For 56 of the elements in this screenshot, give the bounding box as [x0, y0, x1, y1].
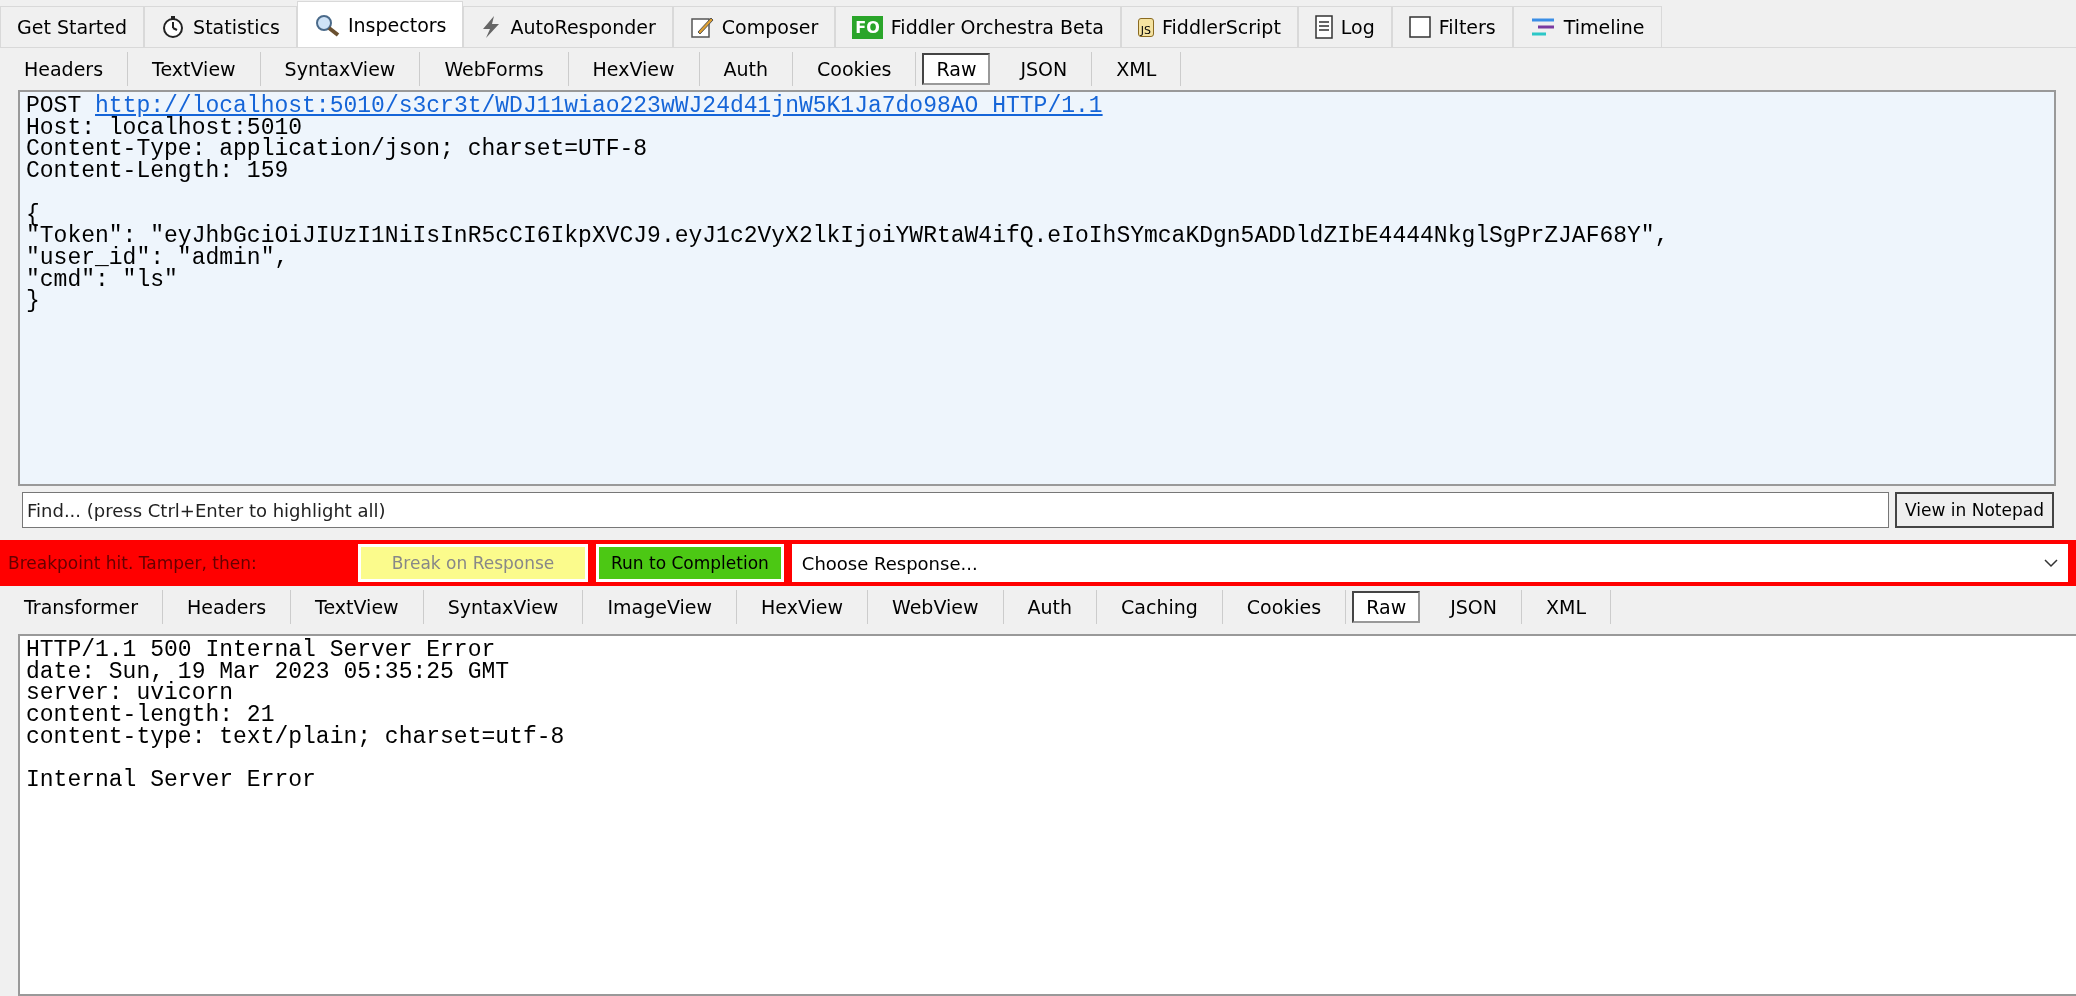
response-header-line: content-length: 21 — [26, 705, 275, 727]
main-tab[interactable]: FO Fiddler Orchestra Beta — [835, 6, 1121, 47]
inspector-tab[interactable]: Cookies — [793, 52, 917, 86]
stopwatch-icon — [161, 15, 186, 39]
checkbox-icon — [1408, 16, 1431, 38]
inspector-tab[interactable]: Auth — [699, 52, 794, 86]
main-tab[interactable]: Statistics — [144, 6, 297, 47]
inspector-tab[interactable]: Caching — [1097, 590, 1223, 624]
main-tab[interactable]: AutoResponder — [463, 6, 673, 47]
request-body-line: { — [26, 204, 40, 227]
inspector-tab[interactable]: Transformer — [0, 590, 163, 624]
inspector-tab[interactable]: XML — [1092, 52, 1182, 86]
inspector-tab[interactable]: HexView — [568, 52, 700, 86]
breakpoint-message: Breakpoint hit. Tamper, then: — [8, 553, 258, 573]
inspector-tab[interactable]: Headers — [163, 590, 292, 624]
inspector-tab[interactable]: WebView — [868, 590, 1004, 624]
orchestra-badge-icon: FO — [852, 15, 883, 39]
main-tab[interactable]: Log — [1297, 6, 1392, 47]
pencil-paper-icon — [689, 15, 714, 39]
chevron-down-icon — [2044, 558, 2058, 568]
main-tab[interactable]: Composer — [672, 6, 836, 47]
request-header-line: Content-Length: 159 — [26, 161, 289, 183]
inspector-tab[interactable]: HexView — [737, 590, 868, 624]
find-field[interactable]: Find... (press Ctrl+Enter to highlight all) — [22, 492, 1890, 528]
request-body-line: } — [26, 291, 41, 313]
main-tab[interactable]: JS FiddlerScript — [1120, 6, 1298, 47]
inspector-tab[interactable]: XML — [1522, 590, 1611, 624]
run-to-completion-button[interactable]: Run to Completion — [596, 544, 784, 582]
request-method: POST — [26, 93, 82, 119]
main-tab[interactable]: Timeline — [1512, 6, 1662, 47]
inspector-tab[interactable]: Raw — [1352, 591, 1421, 623]
inspector-tab[interactable]: SyntaxView — [423, 590, 584, 624]
choose-response-dropdown[interactable]: Choose Response... — [791, 544, 2068, 582]
document-icon — [1314, 15, 1333, 39]
inspector-tab[interactable]: Headers — [0, 52, 129, 86]
inspector-tab[interactable]: SyntaxView — [260, 52, 421, 86]
inspector-tab[interactable]: ImageView — [583, 590, 737, 624]
inspector-tab[interactable]: Auth — [1003, 590, 1098, 624]
response-header-line: content-type: text/plain; charset=utf-8 — [26, 726, 566, 749]
inspector-tab[interactable]: TextView — [128, 52, 261, 86]
inspector-tab[interactable]: Raw — [922, 53, 991, 85]
main-tab[interactable]: Get Started — [0, 6, 145, 47]
inspector-tab[interactable]: Cookies — [1222, 590, 1347, 624]
script-scroll-icon: JS — [1137, 17, 1154, 37]
response-text-area[interactable]: HTTP/1.1 500 Internal Server Error date: Sun, 19 Mar 2023 05:35:25 GMT server: uvicorn content-length: 21 content-type: text/plain; charset=utf-8 Internal Server Error — [18, 634, 2076, 996]
inspector-tab[interactable]: JSON — [1426, 590, 1522, 624]
request-text-area[interactable] — [18, 90, 2056, 486]
main-tab[interactable]: Inspectors — [296, 1, 464, 47]
timeline-icon — [1529, 16, 1556, 38]
view-in-notepad-button[interactable]: View in Notepad — [1895, 492, 2054, 528]
inspector-tab[interactable]: JSON — [996, 52, 1093, 86]
inspector-tab[interactable]: WebForms — [420, 52, 569, 86]
magnifier-icon — [313, 12, 340, 37]
main-tab[interactable]: Filters — [1391, 6, 1513, 47]
inspector-tab[interactable]: TextView — [291, 590, 424, 624]
response-body-line: Internal Server Error — [26, 770, 317, 792]
